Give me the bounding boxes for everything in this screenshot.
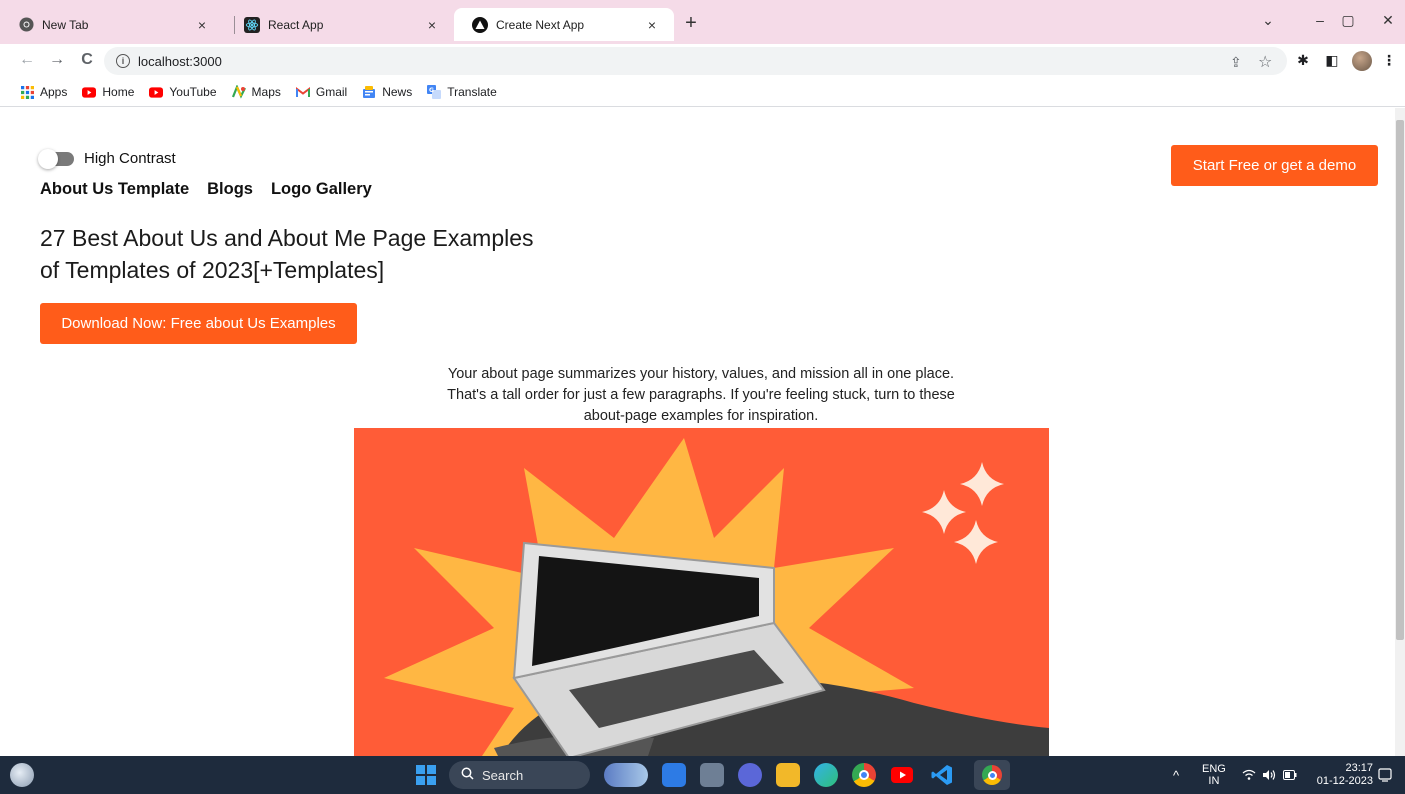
windows-start-icon[interactable]: [414, 763, 438, 787]
tray-overflow-icon[interactable]: ^: [1173, 756, 1179, 794]
task-view-icon[interactable]: [700, 763, 724, 787]
file-explorer-icon[interactable]: [776, 763, 800, 787]
intro-paragraph: Your about page summarizes your history,…: [401, 364, 1001, 427]
close-tab-icon[interactable]: ×: [192, 17, 212, 33]
sparkle-icon: [954, 520, 998, 564]
tab-new-tab[interactable]: New Tab ×: [0, 8, 224, 41]
url-text[interactable]: localhost:3000: [138, 54, 222, 69]
side-panel-icon[interactable]: ◧: [1322, 52, 1342, 69]
close-tab-icon[interactable]: ×: [422, 17, 442, 33]
chrome-active-icon[interactable]: [974, 760, 1010, 790]
bookmark-gmail[interactable]: Gmail: [295, 85, 347, 99]
sparkle-icon: [960, 462, 1004, 506]
restore-button[interactable]: ▢: [1333, 12, 1363, 29]
youtube-icon: [149, 85, 164, 99]
youtube-icon[interactable]: [890, 763, 914, 787]
maps-icon: [231, 85, 246, 99]
news-icon: [362, 85, 376, 99]
site-nav: About Us Template Blogs Logo Gallery: [40, 180, 390, 199]
youtube-icon: [82, 85, 97, 99]
tab-strip: New Tab × React App × Create Next App × …: [0, 0, 1405, 44]
close-tab-icon[interactable]: ×: [642, 17, 662, 33]
svg-text:G: G: [429, 87, 434, 94]
new-tab-button[interactable]: +: [679, 12, 703, 35]
clock-date: 01-12-2023: [1316, 775, 1373, 787]
start-free-demo-button[interactable]: Start Free or get a demo: [1171, 145, 1378, 186]
nav-link-about-us-template[interactable]: About Us Template: [40, 180, 189, 199]
vscode-icon[interactable]: [930, 763, 954, 787]
extensions-icon[interactable]: ✱: [1293, 52, 1313, 69]
page-title-line-2: of Templates of 2023[+Templates]: [40, 257, 385, 283]
scrollbar-thumb[interactable]: [1396, 120, 1404, 640]
high-contrast-toggle[interactable]: [38, 148, 74, 169]
address-bar[interactable]: i localhost:3000 ⇪ ☆: [104, 47, 1287, 75]
page-scrollbar[interactable]: [1395, 108, 1405, 756]
weather-widget-icon[interactable]: [10, 763, 34, 787]
laptop-burst-illustration: [384, 438, 1049, 756]
edge-icon[interactable]: [814, 763, 838, 787]
windows-taskbar: Search ^ ENG IN 23:17 01-12-2023: [0, 756, 1405, 794]
wifi-icon[interactable]: [1242, 756, 1256, 794]
page-viewport: High Contrast About Us Template Blogs Lo…: [0, 108, 1395, 756]
taskbar-app-icon[interactable]: [662, 763, 686, 787]
volume-icon[interactable]: [1262, 756, 1276, 794]
bookmark-star-icon[interactable]: ☆: [1258, 52, 1272, 72]
nav-link-blogs[interactable]: Blogs: [207, 180, 253, 199]
page-title: 27 Best About Us and About Me Page Examp…: [40, 222, 560, 286]
battery-icon[interactable]: [1283, 756, 1297, 794]
chrome-icon: [18, 17, 34, 33]
bookmark-maps[interactable]: Maps: [231, 85, 281, 99]
bookmarks-bar: Apps Home YouTube Maps Gmail News G Tran…: [0, 78, 1405, 107]
back-button[interactable]: ←: [16, 51, 38, 69]
clock[interactable]: 23:17 01-12-2023: [1313, 756, 1373, 794]
hero-image: [354, 428, 1049, 756]
gmail-icon: [295, 85, 310, 99]
site-info-icon[interactable]: i: [116, 54, 130, 68]
tab-create-next-app[interactable]: Create Next App ×: [454, 8, 674, 41]
high-contrast-label: High Contrast: [84, 150, 176, 167]
download-now-button[interactable]: Download Now: Free about Us Examples: [40, 303, 357, 344]
bookmark-translate[interactable]: G Translate: [427, 85, 497, 99]
bookmark-youtube[interactable]: YouTube: [149, 85, 217, 99]
intro-line: about-page examples for inspiration.: [583, 408, 819, 424]
taskbar-widget-icon[interactable]: [604, 763, 648, 787]
intro-line: Your about page summarizes your history,…: [447, 366, 955, 382]
chrome-icon[interactable]: [852, 763, 876, 787]
share-icon[interactable]: ⇪: [1230, 54, 1242, 71]
language-indicator[interactable]: ENG IN: [1202, 756, 1226, 794]
sparkle-icon: [922, 490, 966, 534]
forward-button[interactable]: →: [46, 51, 68, 69]
tab-search-button[interactable]: ⌄: [1253, 12, 1283, 29]
high-contrast-toggle-row: High Contrast: [38, 148, 176, 169]
reload-button[interactable]: C: [76, 51, 98, 69]
nav-link-logo-gallery[interactable]: Logo Gallery: [271, 180, 372, 199]
chrome-menu-icon[interactable]: ⋮: [1379, 52, 1399, 69]
intro-line: That's a tall order for just a few parag…: [447, 387, 955, 403]
browser-toolbar: ← → C i localhost:3000 ⇪ ☆ ✱ ◧ ⋮: [0, 44, 1405, 78]
chat-icon[interactable]: [738, 763, 762, 787]
page-title-line-1: 27 Best About Us and About Me Page Examp…: [40, 225, 534, 251]
profile-avatar[interactable]: [1352, 51, 1372, 71]
toggle-knob: [38, 148, 58, 169]
apps-grid-icon: [20, 85, 34, 99]
bookmark-apps[interactable]: Apps: [20, 85, 67, 99]
taskbar-search[interactable]: Search: [449, 761, 590, 789]
close-window-button[interactable]: ✕: [1373, 12, 1403, 29]
notifications-icon[interactable]: [1378, 756, 1392, 794]
nextjs-icon: [472, 16, 488, 33]
bookmark-news[interactable]: News: [362, 85, 412, 99]
translate-icon: G: [427, 85, 442, 99]
react-icon: [244, 16, 260, 33]
clock-time: 23:17: [1345, 762, 1373, 774]
minimize-button[interactable]: –: [1305, 12, 1335, 28]
tab-react-app[interactable]: React App ×: [226, 8, 454, 41]
bookmark-home[interactable]: Home: [82, 85, 134, 99]
search-icon: [461, 767, 474, 783]
